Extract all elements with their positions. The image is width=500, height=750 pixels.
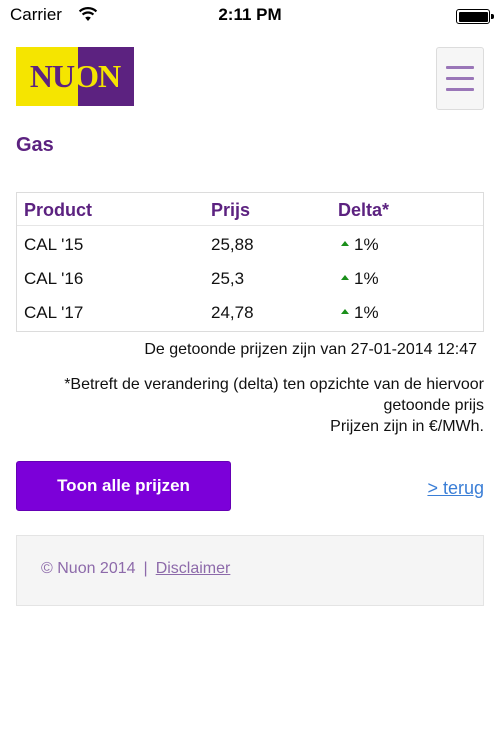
back-link[interactable]: > terug [427,478,484,499]
arrow-up-icon [341,241,349,246]
disclaimer-link[interactable]: Disclaimer [156,560,231,577]
price-timestamp-text: De getoonde prijzen zijn van 27-01-2014 … [144,341,477,358]
notes: *Betreft de verandering (delta) ten opzi… [44,374,484,437]
nuon-logo[interactable]: NUON [16,47,134,106]
price-cell: 24,78 [211,303,254,322]
table-row: CAL '16 25,3 1% [17,262,483,296]
delta-note: *Betreft de verandering (delta) ten opzi… [64,376,484,414]
delta-cell: 1% [354,303,379,322]
delta-cell: 1% [354,269,379,288]
footer-separator: | [143,560,148,577]
column-header-delta: Delta* [338,200,390,220]
price-cell: 25,88 [211,235,254,254]
price-table: Product Prijs Delta* CAL '15 25,88 1% CA… [16,192,484,332]
column-header-price: Prijs [211,200,251,220]
table-header: Product Prijs Delta* [17,193,483,226]
arrow-up-icon [341,309,349,314]
arrow-up-icon [341,275,349,280]
footer: © Nuon 2014 | Disclaimer [16,535,484,606]
delta-cell: 1% [354,235,379,254]
clock: 2:11 PM [218,5,282,24]
status-bar: Carrier 2:11 PM [0,0,500,32]
column-header-product: Product [24,200,93,220]
product-cell: CAL '16 [24,269,84,288]
hamburger-menu-icon [446,66,474,69]
product-cell: CAL '15 [24,235,84,254]
show-all-prices-button[interactable]: Toon alle prijzen [16,461,231,511]
table-row: CAL '17 24,78 1% [17,296,483,330]
table-row: CAL '15 25,88 1% [17,228,483,262]
page-title: Gas [16,134,54,156]
unit-note: Prijzen zijn in €/MWh. [330,418,484,435]
menu-button[interactable] [436,47,484,110]
copyright-text: © Nuon 2014 [41,560,136,577]
product-cell: CAL '17 [24,303,84,322]
logo-wordmark: NUON [29,58,121,94]
battery-icon [456,9,494,24]
price-cell: 25,3 [211,269,245,288]
